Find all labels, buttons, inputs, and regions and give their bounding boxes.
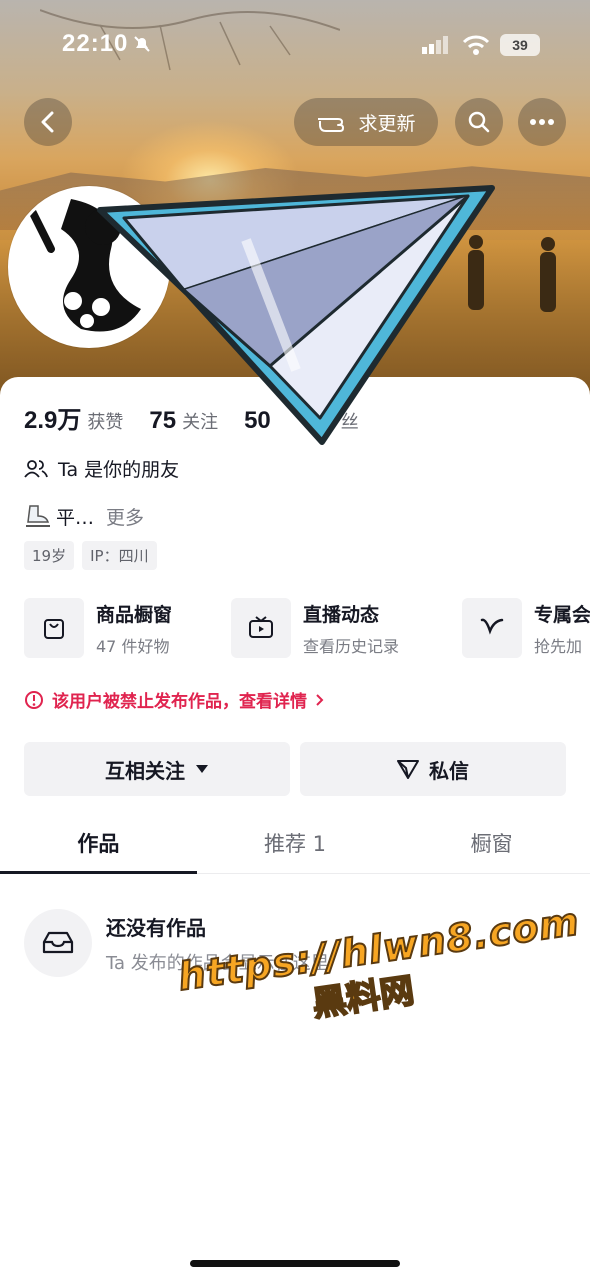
mutual-follow-button[interactable]: 互相关注: [24, 742, 290, 796]
exclusive-member-title: 专属会: [534, 603, 590, 626]
more-options-button[interactable]: [518, 98, 566, 146]
cellular-signal-icon: [422, 36, 448, 54]
bag-icon: [24, 598, 84, 658]
alert-circle-icon: [25, 690, 43, 709]
ban-warning-text: 该用户被禁止发布作品，查看详情: [52, 692, 307, 712]
inbox-tray-icon: [24, 909, 92, 977]
live-history-subtitle: 查看历史记录: [303, 636, 400, 656]
silent-bell-icon: [134, 36, 150, 52]
home-indicator[interactable]: [190, 1260, 400, 1267]
search-icon: [468, 111, 490, 133]
request-update-button[interactable]: 求更新: [294, 98, 438, 146]
request-update-label: 求更新: [358, 112, 416, 135]
profile-tags: 19岁 IP：四川: [24, 541, 157, 570]
age-tag: 19岁: [24, 541, 75, 570]
friends-icon: [24, 459, 48, 478]
battery-indicator: 39: [500, 34, 540, 56]
status-time: 22:10: [62, 30, 129, 57]
message-button[interactable]: 私信: [300, 742, 566, 796]
exclusive-member-entry[interactable]: 专属会 抢先加: [462, 598, 590, 658]
friend-text: Ta 是你的朋友: [58, 459, 180, 481]
shop-window-subtitle: 47 件好物: [96, 636, 170, 656]
bio-text: 平…: [56, 507, 95, 529]
status-bar: 22:10 39: [0, 28, 590, 62]
back-button[interactable]: [24, 98, 72, 146]
profile-actions: 互相关注 私信: [24, 742, 566, 796]
pointing-hand-icon: [318, 118, 345, 132]
ice-skate-icon: [26, 504, 50, 527]
v-icon: [462, 598, 522, 658]
more-dots-icon: [530, 119, 554, 125]
chevron-right-icon: [316, 693, 324, 706]
empty-title: 还没有作品: [106, 915, 206, 940]
ip-location-tag: IP：四川: [82, 541, 157, 570]
send-icon: [397, 760, 419, 779]
message-label: 私信: [429, 758, 469, 783]
service-entries: 商品橱窗 47 件好物 直播动态 查看历史记录 专属会 抢先加: [24, 598, 590, 662]
wifi-icon: [462, 35, 490, 55]
live-history-entry[interactable]: 直播动态 查看历史记录: [231, 598, 399, 658]
bio[interactable]: 平… 更多: [24, 503, 144, 530]
bio-more-link[interactable]: 更多: [106, 503, 144, 530]
mutual-follow-label: 互相关注: [105, 758, 185, 783]
ban-warning-link[interactable]: 该用户被禁止发布作品，查看详情: [24, 687, 325, 712]
search-button[interactable]: [455, 98, 503, 146]
shop-window-entry[interactable]: 商品橱窗 47 件好物: [24, 598, 172, 658]
shop-window-title: 商品橱窗: [96, 603, 173, 626]
tab-shop-window[interactable]: 橱窗: [393, 812, 590, 873]
tab-works[interactable]: 作品: [0, 812, 197, 874]
friend-relation: Ta 是你的朋友: [24, 455, 179, 482]
tv-icon: [231, 598, 291, 658]
exclusive-member-subtitle: 抢先加: [534, 636, 583, 656]
chevron-left-icon: [41, 111, 54, 133]
content-tabs: 作品 推荐 1 橱窗: [0, 812, 590, 874]
live-history-title: 直播动态: [303, 603, 380, 626]
caret-down-icon: [196, 765, 208, 773]
tab-recommended[interactable]: 推荐 1: [197, 812, 394, 873]
paper-plane-sticker: [97, 185, 495, 445]
likes-count: 2.9万: [24, 407, 82, 434]
